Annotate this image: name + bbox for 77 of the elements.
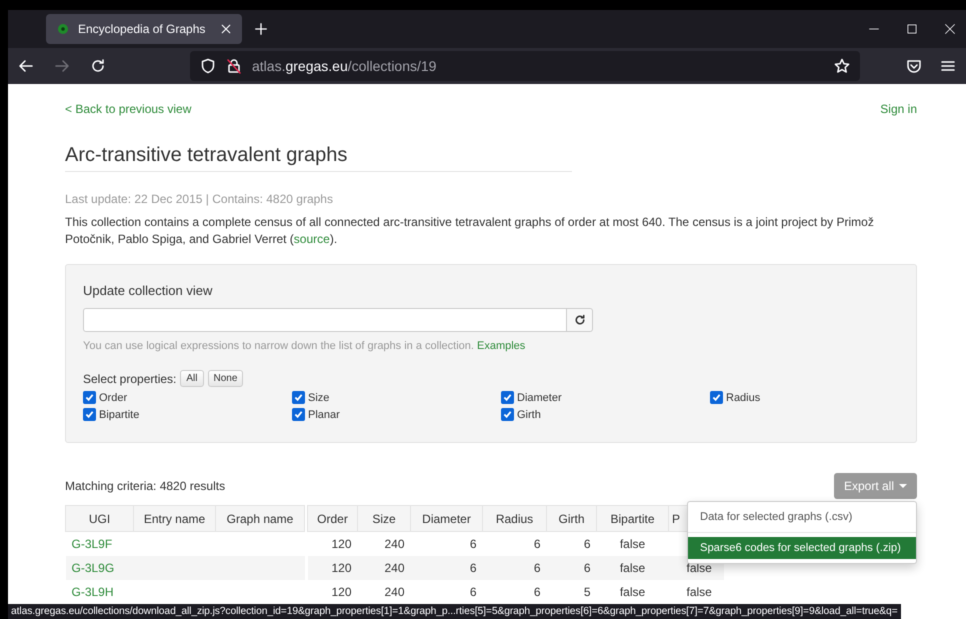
table-cell: 6: [534, 561, 540, 575]
checkbox-label: Diameter: [517, 392, 562, 404]
column-header: Order: [308, 506, 358, 532]
source-link[interactable]: source: [294, 232, 330, 246]
panel-heading: Update collection view: [83, 283, 214, 298]
column-header: Graph name: [216, 506, 304, 532]
table-cell: 240: [384, 561, 404, 575]
table-cell: 6: [470, 561, 476, 575]
checkbox[interactable]: [710, 391, 723, 404]
checkbox-label: Bipartite: [99, 408, 140, 420]
collection-meta: Last update: 22 Dec 2015 | Contains: 4820 graphs: [65, 192, 334, 206]
checkbox[interactable]: [83, 408, 96, 421]
checkbox[interactable]: [501, 408, 514, 421]
close-icon[interactable]: [220, 23, 232, 35]
checkbox[interactable]: [501, 391, 514, 404]
select-all-button[interactable]: All: [180, 370, 204, 387]
query-field[interactable]: [83, 308, 567, 332]
address-bar[interactable]: atlas.gregas.eu/collections/19: [190, 51, 860, 81]
table-cell: 120: [331, 561, 352, 575]
maximize-icon[interactable]: [906, 23, 918, 35]
checkbox-label: Size: [308, 392, 330, 404]
table-cell: 240: [384, 585, 404, 599]
select-none-button[interactable]: None: [208, 370, 244, 387]
table-cell: false: [620, 537, 646, 551]
table-cell: 6: [470, 537, 476, 551]
table-cell: 6: [584, 537, 590, 551]
graph-link[interactable]: G-3L9F: [72, 537, 112, 551]
checkbox-label: Girth: [517, 408, 541, 420]
checkbox-label: Planar: [308, 408, 340, 420]
shield-icon[interactable]: [200, 58, 216, 74]
table-cell: false: [686, 585, 712, 599]
table-cell: false: [686, 561, 712, 575]
browser-tab[interactable]: Encyclopedia of Graphs: [46, 14, 242, 44]
reload-icon: [574, 314, 586, 326]
results-summary: Matching criteria: 4820 results: [65, 479, 226, 493]
column-header: Diameter: [410, 506, 482, 532]
table-cell: 120: [331, 585, 352, 599]
select-properties-label: Select properties:: [83, 372, 176, 386]
collection-description: This collection contains a complete census of all connected arc-transitive tetravalent graphs of order at most 640. The census is a joint project by Primož Potočnik, Pablo Spiga, and Gabriel Verret (source).: [65, 214, 875, 248]
table-cell: 6: [534, 537, 540, 551]
reload-icon[interactable]: [90, 58, 106, 74]
lock-slash-icon[interactable]: [226, 58, 242, 74]
refresh-button[interactable]: [567, 308, 593, 332]
checkbox-label: Order: [99, 392, 128, 404]
checkbox-label: Radius: [726, 392, 760, 404]
sign-in-link[interactable]: Sign in: [880, 102, 917, 116]
plus-icon[interactable]: [254, 22, 268, 36]
column-header: Size: [358, 506, 410, 532]
table-cell: 6: [470, 585, 476, 599]
page-title: Arc-transitive tetravalent graphs: [65, 144, 348, 167]
table-cell: 240: [384, 537, 404, 551]
examples-link[interactable]: Examples: [477, 340, 526, 352]
table-cell: 120: [331, 537, 352, 551]
menu-item[interactable]: Sparse6 codes for selected graphs (.zip): [688, 537, 916, 559]
star-icon[interactable]: [834, 58, 850, 74]
table-cell: false: [620, 585, 646, 599]
column-header: Entry name: [134, 506, 216, 532]
table-cell: false: [620, 561, 646, 575]
export-button[interactable]: Export all: [834, 473, 917, 499]
table-cell: 6: [584, 561, 590, 575]
table-cell: 5: [584, 585, 590, 599]
column-header: Radius: [482, 506, 546, 532]
column-header: UGI: [66, 506, 134, 532]
pocket-icon[interactable]: [906, 58, 922, 74]
checkbox[interactable]: [83, 391, 96, 404]
status-bar: atlas.gregas.eu/collections/download_all_zip.js?collection_id=19&graph_properties[1]=1&graph_p...rties[5]=5&graph_properties[6]=6&graph_properties[7]=7&graph_properties[9]=9&load_all=true&q=: [8, 604, 901, 619]
back-link[interactable]: < Back to previous view: [65, 102, 192, 116]
graph-link[interactable]: G-3L9H: [72, 585, 114, 599]
column-header: Bipartite: [596, 506, 668, 532]
column-header: Girth: [546, 506, 596, 532]
close-icon[interactable]: [944, 23, 956, 35]
back-arrow-icon[interactable]: [18, 58, 34, 74]
table-cell: 6: [534, 585, 540, 599]
query-hint: You can use logical expressions to narrow down the list of graphs in a collection. Examples: [83, 340, 526, 352]
checkbox[interactable]: [292, 408, 305, 421]
caret-icon: [899, 484, 907, 488]
checkbox[interactable]: [292, 391, 305, 404]
